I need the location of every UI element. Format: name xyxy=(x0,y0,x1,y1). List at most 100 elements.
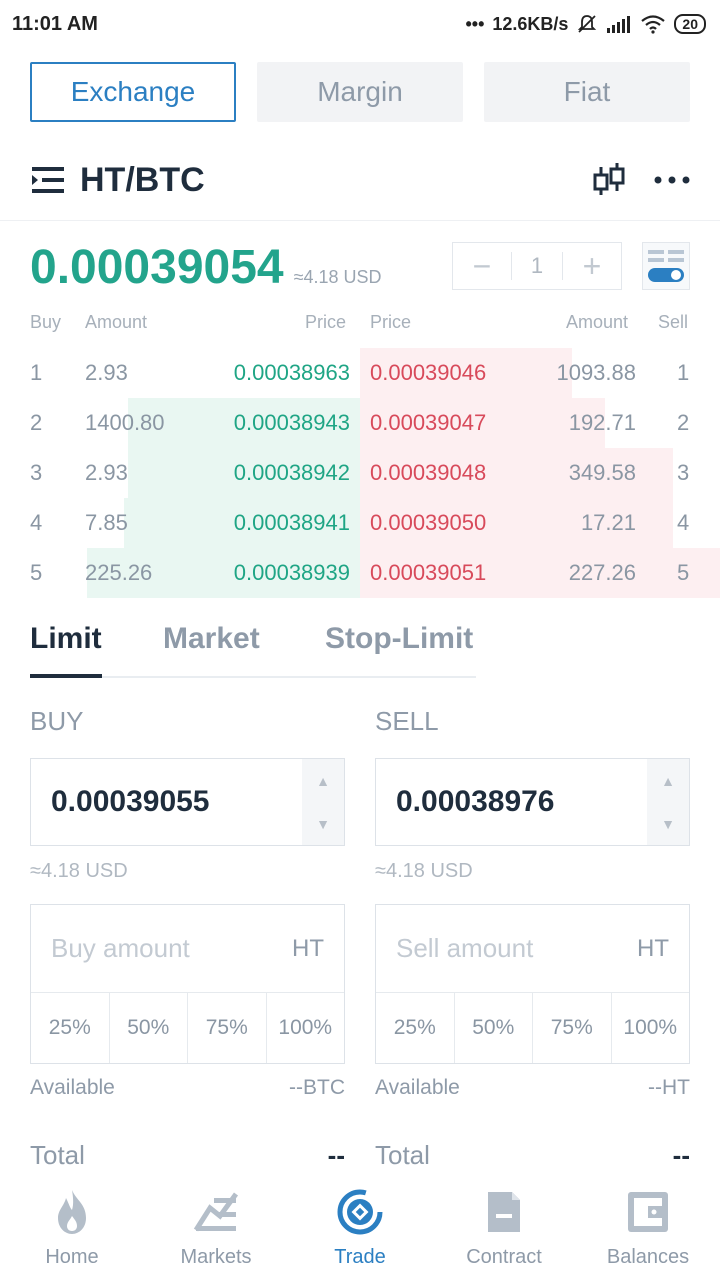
nav-markets[interactable]: Markets xyxy=(144,1180,288,1280)
nav-trade[interactable]: Trade xyxy=(288,1180,432,1280)
ob-head-price-right: Price xyxy=(370,312,412,332)
tab-margin[interactable]: Margin xyxy=(257,62,463,122)
buy-price[interactable]: 0.00038942 xyxy=(234,460,350,486)
row-index-buy: 5 xyxy=(30,560,43,585)
sell-amount: 1093.88 xyxy=(556,360,636,385)
buy-amount-input[interactable]: Buy amount HT xyxy=(31,905,344,993)
signal-icon xyxy=(607,16,631,33)
orderbook-row[interactable]: 2 1400.80 0.00038943 0.00039047 192.71 2 xyxy=(0,398,720,448)
sell-price[interactable]: 0.00039048 xyxy=(370,460,486,486)
nav-home[interactable]: Home xyxy=(0,1180,144,1280)
buy-pct-100-button[interactable]: 100% xyxy=(267,993,345,1063)
ob-head-sell: Sell xyxy=(658,312,689,332)
row-index-buy: 4 xyxy=(30,510,43,535)
orderbook-row[interactable]: 5 225.26 0.00038939 0.00039051 227.26 5 xyxy=(0,548,720,598)
buy-pct-50-button[interactable]: 50% xyxy=(110,993,188,1063)
sell-price-stepper: ▲ ▼ xyxy=(647,759,689,845)
sell-amount: 17.21 xyxy=(580,510,636,535)
orderbook-rows: 1 2.93 0.00038963 0.00039046 1093.88 1 2… xyxy=(0,348,720,598)
orderbook-layout-toggle[interactable] xyxy=(642,242,690,290)
tab-exchange[interactable]: Exchange xyxy=(30,62,236,122)
sell-amount: 192.71 xyxy=(568,410,636,435)
buy-total-value: -- xyxy=(327,1140,345,1170)
buy-pct-25-button[interactable]: 25% xyxy=(31,993,110,1063)
layout-toggle-icon xyxy=(648,250,684,282)
depth-decrease-button[interactable]: − xyxy=(453,243,511,289)
buy-price-stepper: ▲ ▼ xyxy=(302,759,344,845)
row-index-sell: 1 xyxy=(677,360,690,385)
orderbook-row[interactable]: 3 2.93 0.00038942 0.00039048 349.58 3 xyxy=(0,448,720,498)
sell-amount-placeholder: Sell amount xyxy=(396,933,534,963)
tab-fiat[interactable]: Fiat xyxy=(484,62,690,122)
nav-balances[interactable]: Balances xyxy=(576,1180,720,1280)
sell-pct-25-button[interactable]: 25% xyxy=(376,993,455,1063)
flame-icon xyxy=(58,1190,86,1234)
menu-list-icon[interactable] xyxy=(30,164,66,196)
sell-percent-row: 25% 50% 75% 100% xyxy=(376,993,689,1063)
buy-price[interactable]: 0.00038939 xyxy=(234,560,350,586)
status-bar: 11:01 AM ••• 12.6KB/s 20 xyxy=(0,0,720,48)
buy-form: BUY 0.00039055 ▲ ▼ ≈4.18 USD Buy amount … xyxy=(30,706,345,1171)
row-index-buy: 3 xyxy=(30,460,43,485)
status-time: 11:01 AM xyxy=(12,12,98,35)
buy-amount-placeholder: Buy amount xyxy=(51,933,190,963)
row-index-buy: 1 xyxy=(30,360,43,385)
buy-available-value: --BTC xyxy=(289,1076,345,1099)
candlestick-chart-icon[interactable] xyxy=(592,161,626,199)
buy-amount-unit: HT xyxy=(292,934,324,962)
orderbook-header: Buy Amount Price Price Amount Sell xyxy=(30,312,690,338)
depth-increase-button[interactable]: + xyxy=(563,243,621,289)
buy-price-down-icon[interactable]: ▼ xyxy=(316,816,330,832)
sell-price[interactable]: 0.00039046 xyxy=(370,360,486,386)
pair-title[interactable]: HT/BTC xyxy=(80,161,205,200)
nav-trade-label: Trade xyxy=(334,1246,386,1268)
sell-total-row: Total -- xyxy=(375,1140,690,1171)
sell-amount-input[interactable]: Sell amount HT xyxy=(376,905,689,993)
sell-label: SELL xyxy=(375,706,439,736)
nav-contract[interactable]: Contract xyxy=(432,1180,576,1280)
buy-amount: 2.93 xyxy=(85,360,128,385)
sell-price-value[interactable]: 0.00038976 xyxy=(376,785,647,819)
bottom-nav: Home Markets Trade Contract Balances xyxy=(0,1180,720,1280)
buy-price[interactable]: 0.00038943 xyxy=(234,410,350,436)
markets-icon xyxy=(193,1192,239,1232)
sell-price[interactable]: 0.00039050 xyxy=(370,510,486,536)
ticker-row: 0.00039054 ≈4.18 USD xyxy=(30,240,382,295)
buy-price[interactable]: 0.00038963 xyxy=(234,360,350,386)
ob-head-amount-left: Amount xyxy=(85,312,148,332)
sell-price[interactable]: 0.00039051 xyxy=(370,560,486,586)
pair-selector[interactable]: HT/BTC xyxy=(30,161,205,200)
row-index-buy: 2 xyxy=(30,410,43,435)
tab-limit[interactable]: Limit xyxy=(30,622,102,656)
sell-pct-50-button[interactable]: 50% xyxy=(455,993,533,1063)
buy-pct-75-button[interactable]: 75% xyxy=(188,993,267,1063)
sell-usd-estimate: ≈4.18 USD xyxy=(375,860,473,882)
tab-stop-limit[interactable]: Stop-Limit xyxy=(325,622,473,656)
tab-market[interactable]: Market xyxy=(163,622,260,656)
buy-price[interactable]: 0.00038941 xyxy=(234,510,350,536)
more-options-icon[interactable] xyxy=(654,175,690,185)
sell-price[interactable]: 0.00039047 xyxy=(370,410,486,436)
market-type-tabs: Exchange Margin Fiat xyxy=(30,62,690,122)
sell-available-row: Available --HT xyxy=(375,1076,690,1104)
ob-head-amount-right: Amount xyxy=(566,312,629,332)
row-index-sell: 3 xyxy=(677,460,690,485)
row-index-sell: 5 xyxy=(677,560,690,585)
sell-price-down-icon[interactable]: ▼ xyxy=(661,816,675,832)
orderbook-row[interactable]: 4 7.85 0.00038941 0.00039050 17.21 4 xyxy=(0,498,720,548)
buy-total-label: Total xyxy=(30,1140,85,1170)
sell-price-input[interactable]: 0.00038976 ▲ ▼ xyxy=(375,758,690,846)
buy-price-value[interactable]: 0.00039055 xyxy=(31,785,302,819)
battery-indicator: 20 xyxy=(674,14,706,34)
buy-price-up-icon[interactable]: ▲ xyxy=(316,773,330,789)
sell-pct-100-button[interactable]: 100% xyxy=(612,993,690,1063)
last-price-usd: ≈4.18 USD xyxy=(293,267,382,287)
orderbook-row[interactable]: 1 2.93 0.00038963 0.00039046 1093.88 1 xyxy=(0,348,720,398)
sell-amount-box: Sell amount HT 25% 50% 75% 100% xyxy=(375,904,690,1064)
buy-price-input[interactable]: 0.00039055 ▲ ▼ xyxy=(30,758,345,846)
buy-percent-row: 25% 50% 75% 100% xyxy=(31,993,344,1063)
buy-usd-estimate: ≈4.18 USD xyxy=(30,860,128,882)
trade-icon xyxy=(337,1189,383,1235)
sell-pct-75-button[interactable]: 75% xyxy=(533,993,612,1063)
sell-price-up-icon[interactable]: ▲ xyxy=(661,773,675,789)
